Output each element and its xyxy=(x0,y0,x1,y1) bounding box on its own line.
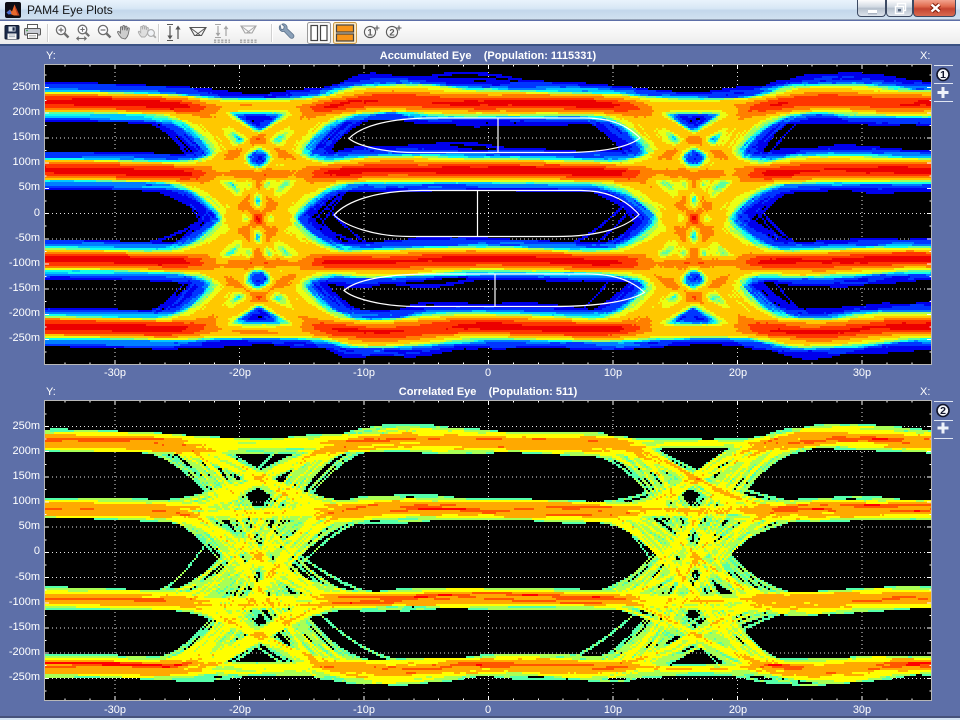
svg-text:1: 1 xyxy=(940,69,946,81)
svg-text:2: 2 xyxy=(940,405,946,417)
svg-text:2: 2 xyxy=(389,27,394,38)
svg-text:1: 1 xyxy=(367,27,373,38)
